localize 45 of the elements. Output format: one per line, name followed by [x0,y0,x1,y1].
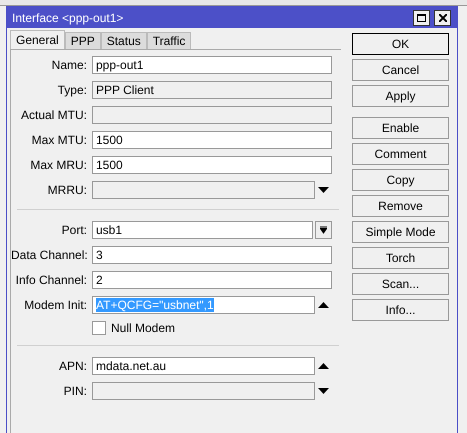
field-label: Port: [60,223,87,237]
input-field[interactable]: 3 [92,246,332,264]
dialog-button[interactable]: Torch [352,247,449,269]
collapse-arrow-icon[interactable] [318,363,329,369]
field-label: Info Channel: [14,273,87,287]
dropdown-button[interactable] [315,221,332,239]
dialog-button[interactable]: Enable [352,117,449,139]
close-button[interactable] [434,10,451,26]
dropdown-field[interactable]: usb1 [92,221,313,239]
dialog-button[interactable]: Simple Mode [352,221,449,243]
input-field[interactable]: 1500 [92,131,332,149]
checkbox[interactable] [92,321,106,335]
field-label: Data Channel: [11,248,87,262]
collapse-arrow-icon[interactable] [318,302,329,308]
maximize-button[interactable] [413,10,430,26]
field-label: Actual MTU: [20,108,87,122]
input-field[interactable]: 2 [92,271,332,289]
dropdown-arrow-icon [320,226,327,234]
input-field[interactable]: ppp-out1 [92,56,332,74]
input-field[interactable]: mdata.net.au [92,357,315,375]
dialog-button[interactable]: OK [352,33,449,55]
field-label: Max MRU: [29,158,87,172]
dialog-button[interactable]: Scan... [352,273,449,295]
checkbox-label: Null Modem [111,321,176,335]
field-label: Modem Init: [23,298,87,312]
field-label: Max MTU: [30,133,87,147]
tab[interactable]: General [10,30,65,49]
close-icon [438,14,446,22]
dialog-button[interactable]: Copy [352,169,449,191]
dialog-button[interactable]: Info... [352,299,449,321]
tab[interactable]: Traffic [146,32,192,49]
field-label: MRRU: [46,183,87,197]
window-title: Interface <ppp-out1> [12,10,124,24]
dialog-button[interactable]: Apply [352,85,449,107]
maximize-icon [417,14,426,22]
field-label: Name: [50,58,87,72]
tab[interactable]: PPP [64,32,101,49]
dialog-button[interactable]: Remove [352,195,449,217]
dialog-button[interactable]: Cancel [352,59,449,81]
field-label: PIN: [62,384,87,398]
field-label: APN: [58,359,87,373]
field-label: Type: [56,83,87,97]
input-field[interactable]: 1500 [92,156,332,174]
tab[interactable]: Status [100,32,147,49]
dialog-button[interactable]: Comment [352,143,449,165]
